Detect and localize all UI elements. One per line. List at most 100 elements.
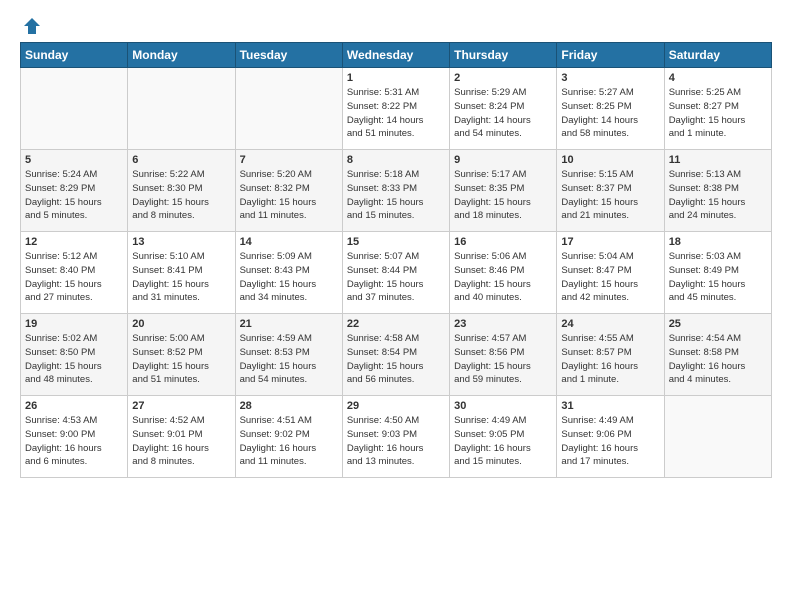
cell-info: Sunrise: 5:25 AM Sunset: 8:27 PM Dayligh…: [669, 86, 767, 141]
calendar-table: SundayMondayTuesdayWednesdayThursdayFrid…: [20, 42, 772, 478]
cell-info: Sunrise: 5:18 AM Sunset: 8:33 PM Dayligh…: [347, 168, 445, 223]
day-number: 28: [240, 400, 338, 412]
cell-info: Sunrise: 5:09 AM Sunset: 8:43 PM Dayligh…: [240, 250, 338, 305]
cell-info: Sunrise: 5:03 AM Sunset: 8:49 PM Dayligh…: [669, 250, 767, 305]
cell-info: Sunrise: 5:27 AM Sunset: 8:25 PM Dayligh…: [561, 86, 659, 141]
cell-info: Sunrise: 5:17 AM Sunset: 8:35 PM Dayligh…: [454, 168, 552, 223]
cell-info: Sunrise: 5:07 AM Sunset: 8:44 PM Dayligh…: [347, 250, 445, 305]
cell-info: Sunrise: 5:12 AM Sunset: 8:40 PM Dayligh…: [25, 250, 123, 305]
cell-info: Sunrise: 4:58 AM Sunset: 8:54 PM Dayligh…: [347, 332, 445, 387]
day-number: 8: [347, 154, 445, 166]
calendar-cell: 2 Sunrise: 5:29 AM Sunset: 8:24 PM Daylig…: [450, 68, 557, 150]
day-number: 7: [240, 154, 338, 166]
cell-info: Sunrise: 5:10 AM Sunset: 8:41 PM Dayligh…: [132, 250, 230, 305]
calendar-cell: 26Sunrise: 4:53 AM Sunset: 9:00 PM Dayli…: [21, 396, 128, 478]
cell-info: Sunrise: 5:24 AM Sunset: 8:29 PM Dayligh…: [25, 168, 123, 223]
calendar-cell: [664, 396, 771, 478]
cell-info: Sunrise: 4:57 AM Sunset: 8:56 PM Dayligh…: [454, 332, 552, 387]
week-row-4: 19 Sunrise: 5:02 AM Sunset: 8:50 PM Dayli…: [21, 314, 772, 396]
day-number: 16: [454, 236, 552, 248]
day-number: 18: [669, 236, 767, 248]
calendar-cell: 18 Sunrise: 5:03 AM Sunset: 8:49 PM Dayli…: [664, 232, 771, 314]
cell-info: Sunrise: 4:59 AM Sunset: 8:53 PM Dayligh…: [240, 332, 338, 387]
cell-info: Sunrise: 5:06 AM Sunset: 8:46 PM Dayligh…: [454, 250, 552, 305]
day-number: 24: [561, 318, 659, 330]
day-number: 22: [347, 318, 445, 330]
calendar-cell: 20 Sunrise: 5:00 AM Sunset: 8:52 PM Dayli…: [128, 314, 235, 396]
calendar-cell: 5Sunrise: 5:24 AM Sunset: 8:29 PM Daylig…: [21, 150, 128, 232]
calendar-cell: [21, 68, 128, 150]
day-number: 6: [132, 154, 230, 166]
cell-info: Sunrise: 5:29 AM Sunset: 8:24 PM Dayligh…: [454, 86, 552, 141]
day-number: 26: [25, 400, 123, 412]
calendar-cell: [235, 68, 342, 150]
calendar-cell: 3 Sunrise: 5:27 AM Sunset: 8:25 PM Daylig…: [557, 68, 664, 150]
calendar-cell: 10 Sunrise: 5:15 AM Sunset: 8:37 PM Dayli…: [557, 150, 664, 232]
day-number: 9: [454, 154, 552, 166]
col-header-saturday: Saturday: [664, 43, 771, 68]
calendar-cell: 4Sunrise: 5:25 AM Sunset: 8:27 PM Daylig…: [664, 68, 771, 150]
cell-info: Sunrise: 5:04 AM Sunset: 8:47 PM Dayligh…: [561, 250, 659, 305]
day-number: 25: [669, 318, 767, 330]
col-header-sunday: Sunday: [21, 43, 128, 68]
day-number: 12: [25, 236, 123, 248]
day-number: 17: [561, 236, 659, 248]
col-header-monday: Monday: [128, 43, 235, 68]
day-number: 20: [132, 318, 230, 330]
calendar-cell: 12 Sunrise: 5:12 AM Sunset: 8:40 PM Dayli…: [21, 232, 128, 314]
cell-info: Sunrise: 5:02 AM Sunset: 8:50 PM Dayligh…: [25, 332, 123, 387]
week-row-2: 5Sunrise: 5:24 AM Sunset: 8:29 PM Daylig…: [21, 150, 772, 232]
cell-info: Sunrise: 5:00 AM Sunset: 8:52 PM Dayligh…: [132, 332, 230, 387]
cell-info: Sunrise: 4:55 AM Sunset: 8:57 PM Dayligh…: [561, 332, 659, 387]
cell-info: Sunrise: 4:49 AM Sunset: 9:05 PM Dayligh…: [454, 414, 552, 469]
day-number: 3: [561, 72, 659, 84]
day-number: 21: [240, 318, 338, 330]
day-number: 2: [454, 72, 552, 84]
day-number: 31: [561, 400, 659, 412]
calendar-cell: 31Sunrise: 4:49 AM Sunset: 9:06 PM Dayli…: [557, 396, 664, 478]
week-row-5: 26Sunrise: 4:53 AM Sunset: 9:00 PM Dayli…: [21, 396, 772, 478]
calendar-cell: [128, 68, 235, 150]
cell-info: Sunrise: 5:15 AM Sunset: 8:37 PM Dayligh…: [561, 168, 659, 223]
cell-info: Sunrise: 5:20 AM Sunset: 8:32 PM Dayligh…: [240, 168, 338, 223]
calendar-cell: 22 Sunrise: 4:58 AM Sunset: 8:54 PM Dayli…: [342, 314, 449, 396]
calendar-cell: 15 Sunrise: 5:07 AM Sunset: 8:44 PM Dayli…: [342, 232, 449, 314]
cell-info: Sunrise: 4:54 AM Sunset: 8:58 PM Dayligh…: [669, 332, 767, 387]
day-number: 30: [454, 400, 552, 412]
cell-info: Sunrise: 5:13 AM Sunset: 8:38 PM Dayligh…: [669, 168, 767, 223]
calendar-cell: 23 Sunrise: 4:57 AM Sunset: 8:56 PM Dayli…: [450, 314, 557, 396]
calendar-cell: 6 Sunrise: 5:22 AM Sunset: 8:30 PM Daylig…: [128, 150, 235, 232]
header-row: SundayMondayTuesdayWednesdayThursdayFrid…: [21, 43, 772, 68]
day-number: 13: [132, 236, 230, 248]
calendar-cell: 13 Sunrise: 5:10 AM Sunset: 8:41 PM Dayli…: [128, 232, 235, 314]
col-header-tuesday: Tuesday: [235, 43, 342, 68]
day-number: 10: [561, 154, 659, 166]
calendar-cell: 19 Sunrise: 5:02 AM Sunset: 8:50 PM Dayli…: [21, 314, 128, 396]
logo: [20, 16, 42, 36]
header: [20, 16, 772, 36]
day-number: 27: [132, 400, 230, 412]
day-number: 23: [454, 318, 552, 330]
calendar-cell: 28 Sunrise: 4:51 AM Sunset: 9:02 PM Dayli…: [235, 396, 342, 478]
day-number: 15: [347, 236, 445, 248]
week-row-1: 1Sunrise: 5:31 AM Sunset: 8:22 PM Daylig…: [21, 68, 772, 150]
day-number: 19: [25, 318, 123, 330]
calendar-cell: 9 Sunrise: 5:17 AM Sunset: 8:35 PM Daylig…: [450, 150, 557, 232]
day-number: 1: [347, 72, 445, 84]
day-number: 11: [669, 154, 767, 166]
calendar-cell: 25 Sunrise: 4:54 AM Sunset: 8:58 PM Dayli…: [664, 314, 771, 396]
calendar-cell: 30 Sunrise: 4:49 AM Sunset: 9:05 PM Dayli…: [450, 396, 557, 478]
cell-info: Sunrise: 4:51 AM Sunset: 9:02 PM Dayligh…: [240, 414, 338, 469]
day-number: 14: [240, 236, 338, 248]
calendar-cell: 1Sunrise: 5:31 AM Sunset: 8:22 PM Daylig…: [342, 68, 449, 150]
calendar-cell: 16 Sunrise: 5:06 AM Sunset: 8:46 PM Dayli…: [450, 232, 557, 314]
logo-icon: [22, 16, 42, 36]
cell-info: Sunrise: 5:22 AM Sunset: 8:30 PM Dayligh…: [132, 168, 230, 223]
calendar-cell: 21 Sunrise: 4:59 AM Sunset: 8:53 PM Dayli…: [235, 314, 342, 396]
calendar-cell: 7 Sunrise: 5:20 AM Sunset: 8:32 PM Daylig…: [235, 150, 342, 232]
calendar-cell: 17 Sunrise: 5:04 AM Sunset: 8:47 PM Dayli…: [557, 232, 664, 314]
col-header-thursday: Thursday: [450, 43, 557, 68]
calendar-cell: 8 Sunrise: 5:18 AM Sunset: 8:33 PM Daylig…: [342, 150, 449, 232]
col-header-friday: Friday: [557, 43, 664, 68]
calendar-cell: 11 Sunrise: 5:13 AM Sunset: 8:38 PM Dayli…: [664, 150, 771, 232]
